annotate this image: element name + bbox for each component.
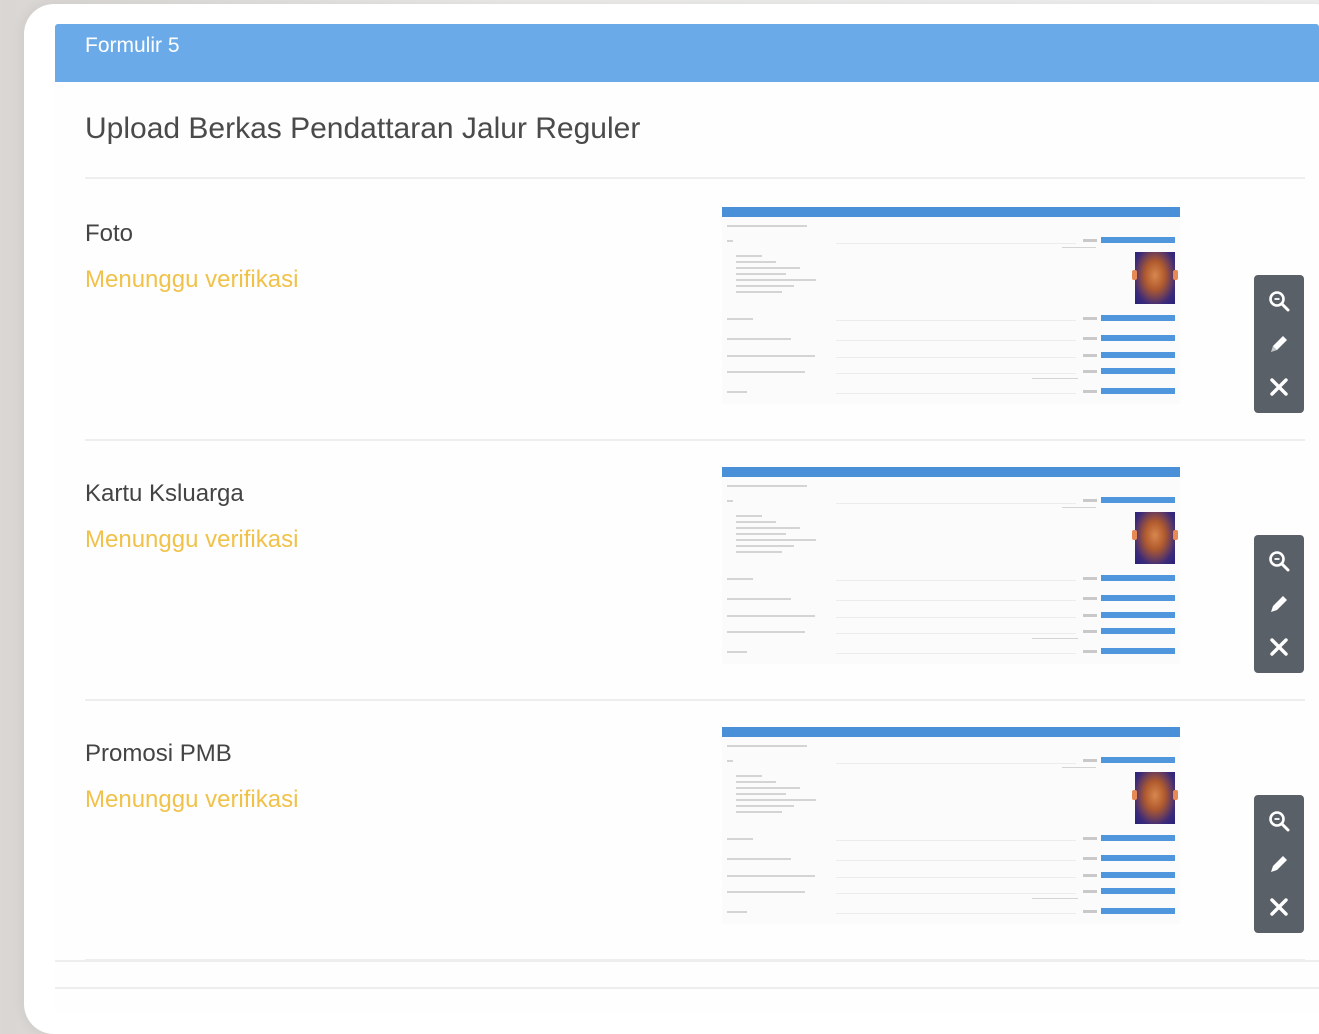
close-icon [1270, 898, 1288, 917]
page-title: Upload Berkas Pendattaran Jalur Reguler [85, 112, 641, 145]
photo-thumbnail [1132, 772, 1178, 824]
document-thumbnail[interactable] [722, 727, 1180, 924]
divider [55, 987, 1319, 989]
delete-button[interactable] [1261, 889, 1297, 925]
delete-button[interactable] [1261, 629, 1297, 665]
document-thumbnail[interactable] [722, 467, 1180, 664]
document-row-foto: Foto Menunggu verifikasi [55, 202, 1319, 462]
divider [85, 439, 1305, 441]
view-button[interactable] [1261, 543, 1297, 579]
status-text: Menunggu verifikasi [85, 266, 299, 293]
document-label: Promosi PMB [85, 740, 232, 767]
document-label: Foto [85, 220, 134, 247]
upload-panel: Formulir 5 Upload Berkas Pendattaran Jal… [55, 24, 1319, 1014]
panel-header: Formulir 5 [55, 24, 1319, 82]
pencil-icon [1271, 855, 1287, 872]
action-toolbar [1254, 535, 1304, 673]
status-text: Menunggu verifikasi [85, 786, 299, 813]
status-text: Menunggu verifikasi [85, 526, 299, 553]
divider [85, 177, 1305, 179]
pencil-icon [1271, 335, 1287, 352]
edit-button[interactable] [1261, 586, 1297, 622]
photo-thumbnail [1132, 512, 1178, 564]
document-row-promosi-pmb: Promosi PMB Menunggu verifikasi [55, 722, 1319, 982]
divider [55, 960, 1319, 962]
close-icon [1270, 638, 1288, 657]
document-label: Kartu Ksluarga [85, 480, 244, 507]
document-row-kartu-keluarga: Kartu Ksluarga Menunggu verifikasi [55, 462, 1319, 722]
view-button[interactable] [1261, 803, 1297, 839]
action-toolbar [1254, 795, 1304, 933]
action-toolbar [1254, 275, 1304, 413]
close-icon [1270, 378, 1288, 397]
pencil-icon [1271, 595, 1287, 612]
photo-thumbnail [1132, 252, 1178, 304]
search-icon [1269, 290, 1290, 312]
edit-button[interactable] [1261, 846, 1297, 882]
view-button[interactable] [1261, 283, 1297, 319]
search-icon [1269, 810, 1290, 832]
edit-button[interactable] [1261, 326, 1297, 362]
document-thumbnail[interactable] [722, 207, 1180, 404]
search-icon [1269, 550, 1290, 572]
divider [85, 699, 1305, 701]
delete-button[interactable] [1261, 369, 1297, 405]
